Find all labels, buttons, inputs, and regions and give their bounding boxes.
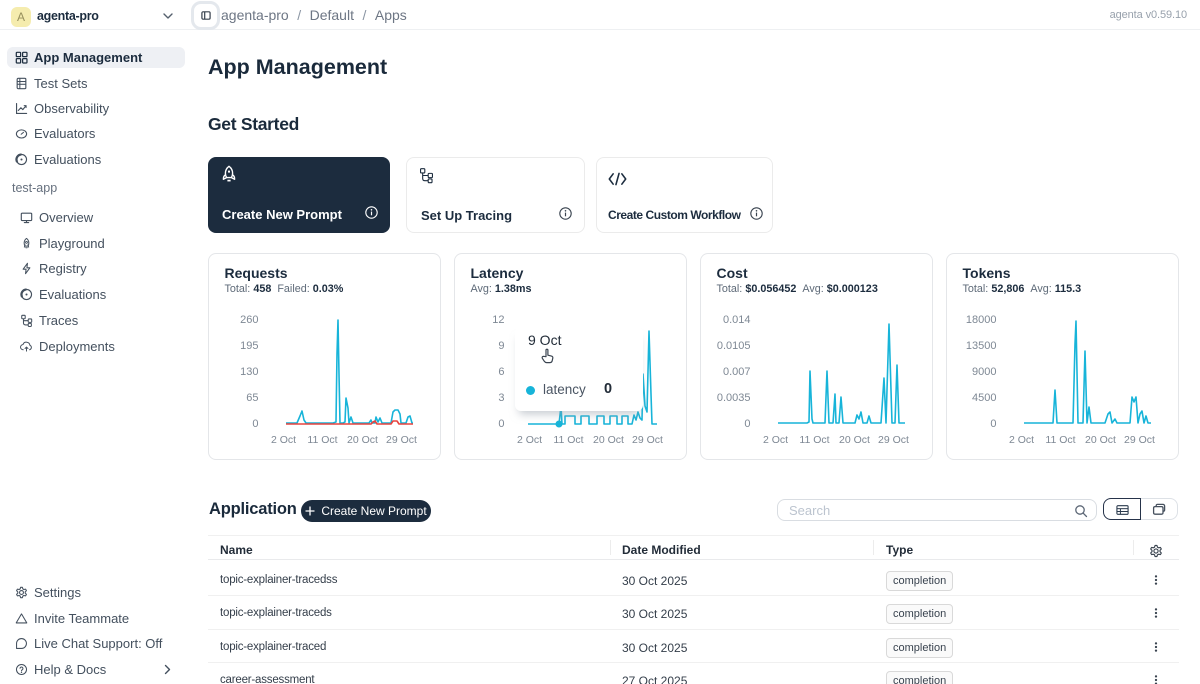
svg-text:2 Oct: 2 Oct: [517, 434, 542, 446]
svg-text:20 Oct: 20 Oct: [347, 434, 378, 446]
svg-text:20 Oct: 20 Oct: [839, 434, 870, 446]
svg-text:0: 0: [498, 418, 504, 430]
svg-text:260: 260: [240, 314, 258, 326]
svg-text:3: 3: [498, 392, 504, 404]
svg-text:11 Oct: 11 Oct: [553, 434, 583, 446]
svg-text:29 Oct: 29 Oct: [386, 434, 417, 446]
svg-text:11 Oct: 11 Oct: [1045, 434, 1075, 446]
svg-text:130: 130: [240, 366, 258, 378]
svg-text:0: 0: [744, 418, 750, 430]
svg-text:20 Oct: 20 Oct: [593, 434, 624, 446]
svg-text:195: 195: [240, 340, 258, 352]
svg-text:0.0035: 0.0035: [717, 392, 751, 404]
svg-text:2 Oct: 2 Oct: [1009, 434, 1034, 446]
svg-text:11 Oct: 11 Oct: [799, 434, 829, 446]
svg-text:29 Oct: 29 Oct: [1124, 434, 1155, 446]
svg-text:11 Oct: 11 Oct: [307, 434, 337, 446]
svg-text:2 Oct: 2 Oct: [271, 434, 296, 446]
svg-text:0.007: 0.007: [723, 366, 751, 378]
svg-text:0: 0: [252, 418, 258, 430]
svg-text:18000: 18000: [966, 314, 997, 326]
svg-text:9: 9: [498, 340, 504, 352]
svg-text:29 Oct: 29 Oct: [632, 434, 663, 446]
svg-text:0.0105: 0.0105: [717, 340, 751, 352]
svg-text:2 Oct: 2 Oct: [763, 434, 788, 446]
svg-text:4500: 4500: [972, 392, 996, 404]
svg-text:29 Oct: 29 Oct: [878, 434, 909, 446]
svg-text:13500: 13500: [966, 340, 997, 352]
svg-text:6: 6: [498, 366, 504, 378]
svg-text:12: 12: [492, 314, 504, 326]
svg-text:0.014: 0.014: [723, 314, 751, 326]
svg-text:0: 0: [990, 418, 996, 430]
svg-text:20 Oct: 20 Oct: [1085, 434, 1116, 446]
svg-text:65: 65: [246, 392, 258, 404]
svg-text:9000: 9000: [972, 366, 996, 378]
